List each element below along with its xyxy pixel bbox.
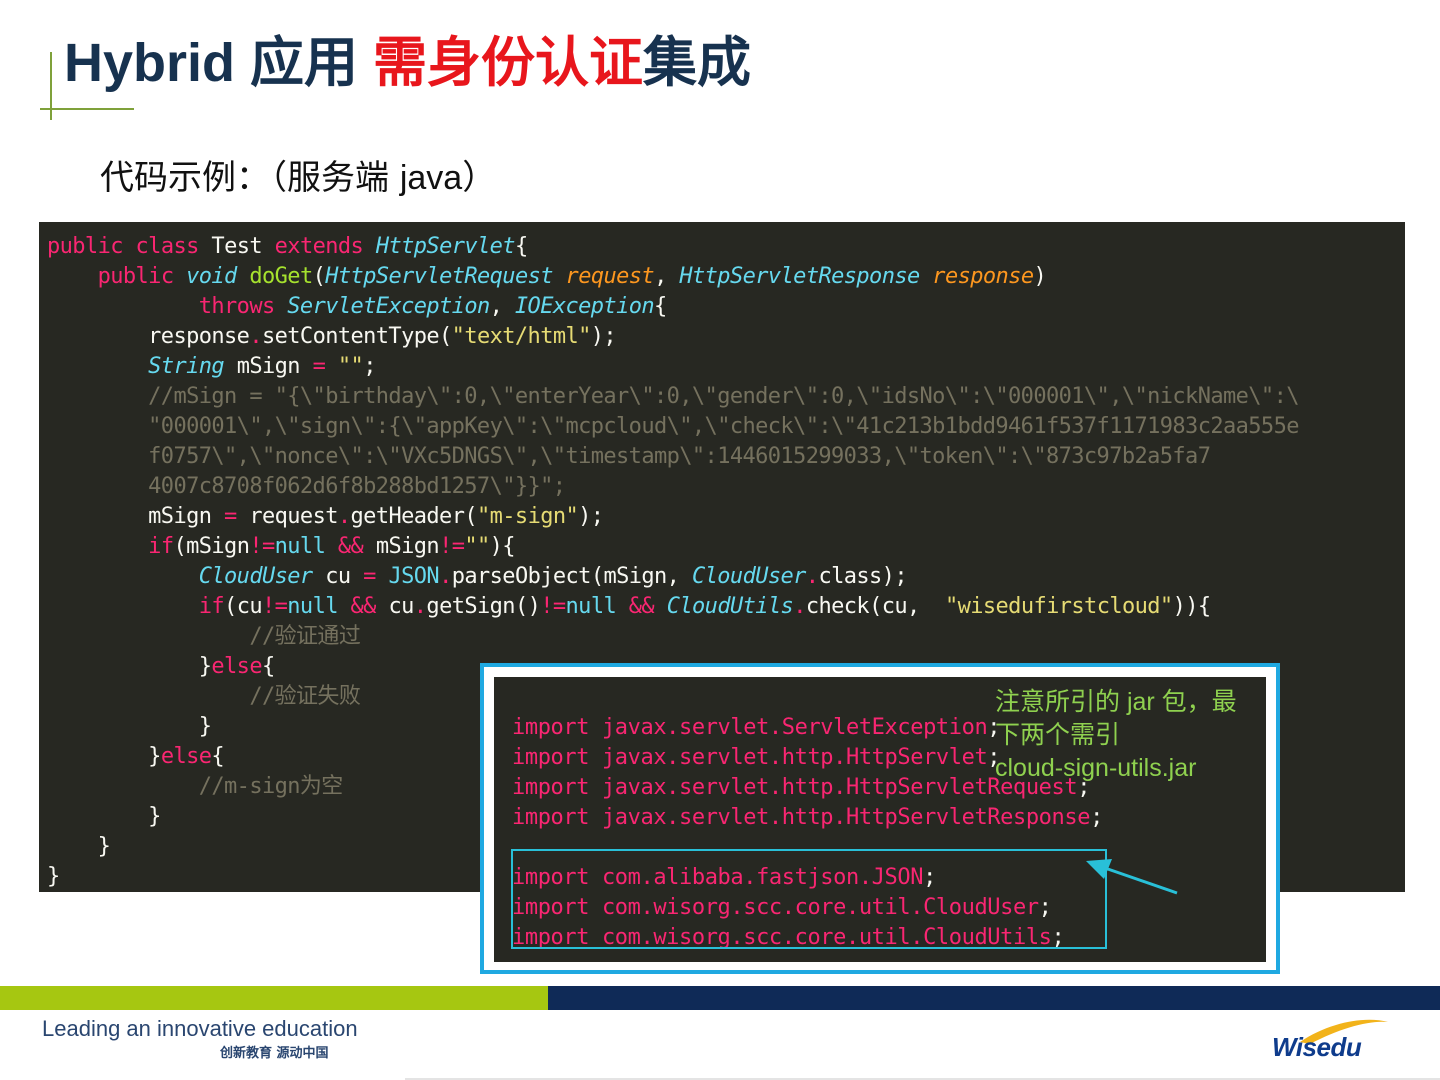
subtitle-lang: java [399, 159, 463, 197]
note-line-2: 下两个需引 [995, 721, 1121, 749]
code-line: //mSign = "{\"birthday\":0,\"enterYear\"… [47, 384, 1299, 409]
import-line: import javax.servlet.ServletException; [512, 715, 1001, 740]
footer-tagline: Leading an innovative education [42, 1016, 358, 1041]
corner-accent-horizontal [40, 108, 134, 110]
code-line: //验证失败 [47, 684, 361, 709]
slide-title: Hybrid 应用 需身份认证集成 [64, 18, 751, 97]
code-line: } [47, 834, 111, 859]
code-line: } [47, 714, 212, 739]
arrow-icon [1086, 859, 1178, 895]
subtitle-suffix: ） [462, 158, 497, 198]
code-line: mSign = request.getHeader("m-sign"); [47, 504, 604, 529]
code-line: if(mSign!=null && mSign!=""){ [148, 534, 515, 559]
code-line: public class Test extends HttpServlet{ [47, 234, 528, 259]
required-imports-highlight [511, 849, 1107, 949]
code-line: "000001\",\"sign\":{\"appKey\":\"mcpclou… [47, 414, 1299, 439]
code-line: String mSign = ""; [148, 354, 376, 379]
import-line: import javax.servlet.http.HttpServletRes… [512, 805, 1103, 830]
footer-band-navy [548, 986, 1440, 1010]
slide-subtitle: 代码示例：（服务端 java） [100, 150, 496, 199]
import-line: import javax.servlet.http.HttpServlet; [512, 745, 1001, 770]
code-line: }else{ [47, 744, 225, 769]
code-line: }else{ [47, 654, 276, 679]
code-line: if(cu!=null && cu.getSign()!=null && Clo… [198, 594, 1211, 619]
code-line: } [47, 864, 60, 889]
code-line: throws ServletException, IOException{ [198, 294, 668, 319]
code-line: CloudUser cu = JSON.parseObject(mSign, C… [198, 564, 908, 589]
code-line: public void doGet(HttpServletRequest req… [97, 264, 1047, 289]
title-highlight: 需身份认证 [373, 33, 644, 93]
jar-note: 注意所引的 jar 包，最 下两个需引 cloud-sign-utils.jar [995, 686, 1275, 785]
code-line: //验证通过 [47, 624, 361, 649]
logo-text: Wisedu [1272, 1032, 1362, 1062]
code-line: //m-sign为空 [47, 774, 344, 799]
note-line-1: 注意所引的 jar 包，最 [995, 688, 1237, 716]
note-line-3: cloud-sign-utils.jar [995, 754, 1197, 782]
wisedu-logo: Wisedu [1270, 1016, 1400, 1066]
title-suffix: 集成 [643, 33, 752, 93]
footer-tagline-cn: 创新教育 源动中国 [220, 1046, 329, 1061]
title-prefix: Hybrid 应用 [64, 33, 374, 93]
code-line: 4007c8708f062d6f8b288bd1257\"}}"; [47, 474, 566, 499]
footer-band-green [0, 986, 548, 1010]
code-line: } [47, 804, 161, 829]
code-line: response.setContentType("text/html"); [47, 324, 617, 349]
code-line: f0757\",\"nonce\":\"VXc5DNGS\",\"timesta… [47, 444, 1211, 469]
subtitle-prefix: 代码示例：（服务端 [100, 158, 400, 198]
